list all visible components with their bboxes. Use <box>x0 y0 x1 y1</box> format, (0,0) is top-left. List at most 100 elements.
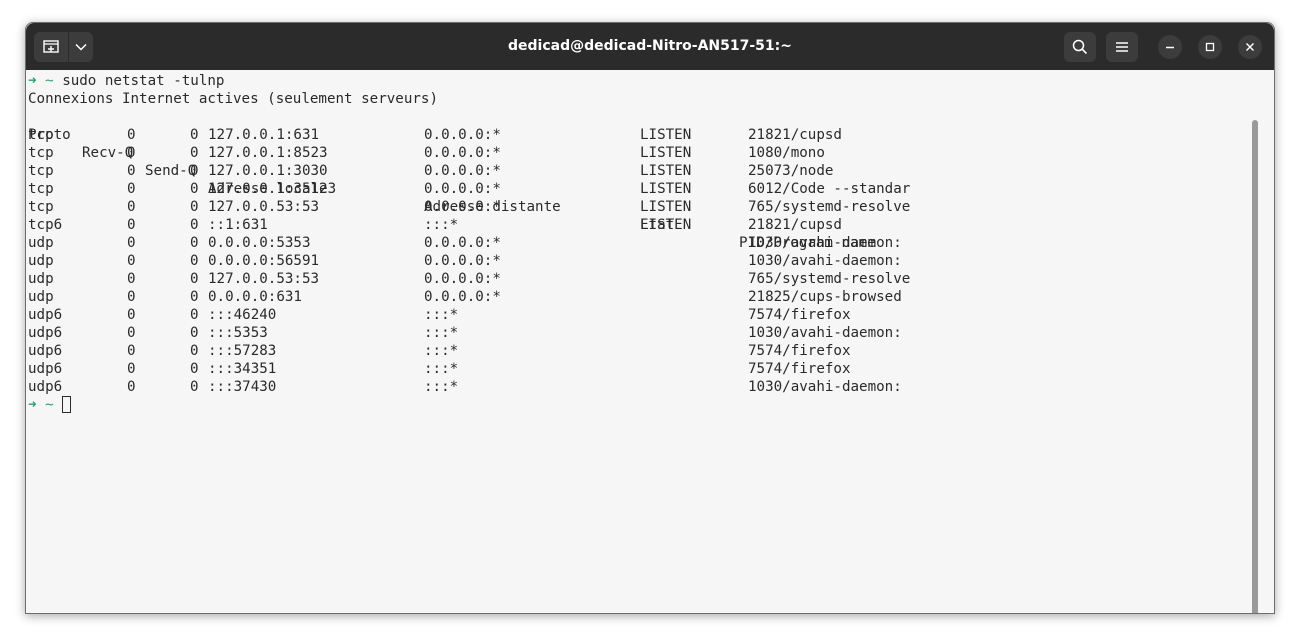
cell-proto: udp6 <box>28 379 63 395</box>
cell-recvq: 0 <box>127 271 136 287</box>
table-row: udp6 0 0:::46240:::* 7574/firefox <box>28 306 1028 324</box>
cell-pid: 7574/firefox <box>748 307 851 323</box>
cell-remote: 0.0.0.0:* <box>424 271 501 287</box>
cell-remote: 0.0.0.0:* <box>424 199 501 215</box>
cell-state: LISTEN <box>640 181 692 197</box>
cell-remote: :::* <box>424 361 459 377</box>
cell-local: ::1:631 <box>208 217 268 233</box>
cell-local: 127.0.0.1:631 <box>208 127 320 143</box>
table-header: Proto Recv-Q Send-Q Adresse locale Adres… <box>28 108 1028 251</box>
new-tab-button[interactable] <box>34 32 68 62</box>
cell-recvq: 0 <box>127 325 136 341</box>
cell-proto: udp6 <box>28 361 63 377</box>
close-button[interactable] <box>1238 35 1262 59</box>
cell-remote: 0.0.0.0:* <box>424 253 501 269</box>
chevron-down-icon <box>75 43 87 51</box>
cell-sendq: 0 <box>190 127 199 143</box>
cell-recvq: 0 <box>127 163 136 179</box>
new-tab-icon <box>43 40 59 53</box>
prompt-arrow: ➜ <box>28 73 37 89</box>
tab-menu-dropdown-button[interactable] <box>69 32 93 62</box>
cell-proto: udp <box>28 235 54 251</box>
cell-pid: 21821/cupsd <box>748 127 842 143</box>
maximize-icon <box>1205 42 1215 52</box>
cell-recvq: 0 <box>127 181 136 197</box>
terminal-output[interactable]: ➜ ~ sudo netstat -tulnp Connexions Inter… <box>26 70 1260 613</box>
cell-sendq: 0 <box>190 253 199 269</box>
table-row: tcp6 0 0::1:631:::* LISTEN 21821/cupsd <box>28 216 1028 234</box>
cell-recvq: 0 <box>127 307 136 323</box>
cell-sendq: 0 <box>190 325 199 341</box>
cell-state: LISTEN <box>640 163 692 179</box>
cell-remote: 0.0.0.0:* <box>424 235 501 251</box>
prompt-line[interactable]: ➜ ~ <box>28 396 72 414</box>
cell-remote: 0.0.0.0:* <box>424 127 501 143</box>
cell-recvq: 0 <box>127 361 136 377</box>
cell-local: 127.0.0.1:3030 <box>208 163 328 179</box>
table-row: udp6 0 0:::5353:::* 1030/avahi-daemon: <box>28 324 1028 342</box>
cell-state: LISTEN <box>640 145 692 161</box>
output-header-line: Connexions Internet actives (seulement s… <box>28 91 438 107</box>
cell-recvq: 0 <box>127 253 136 269</box>
search-button[interactable] <box>1064 32 1096 62</box>
cell-remote: 0.0.0.0:* <box>424 163 501 179</box>
cell-proto: udp <box>28 271 54 287</box>
cell-remote: 0.0.0.0:* <box>424 145 501 161</box>
cell-pid: 1030/avahi-daemon: <box>748 379 902 395</box>
cell-state: LISTEN <box>640 217 692 233</box>
table-row: tcp 0 0 127.0.0.1:631 0.0.0.0:* LISTEN 21821/c… <box>28 126 1028 144</box>
minimize-button[interactable] <box>1158 35 1182 59</box>
cell-sendq: 0 <box>190 289 199 305</box>
cell-recvq: 0 <box>127 289 136 305</box>
command-line: ➜ ~ sudo netstat -tulnp <box>28 72 224 90</box>
titlebar[interactable]: dedicad@dedicad-Nitro-AN517-51:~ <box>26 23 1274 70</box>
cell-pid: 25073/node <box>748 163 834 179</box>
cell-sendq: 0 <box>190 163 199 179</box>
cell-proto: udp6 <box>28 325 63 341</box>
cell-sendq: 0 <box>190 379 199 395</box>
new-tab-button-group <box>34 32 93 62</box>
cell-pid: 765/systemd-resolve <box>748 199 911 215</box>
maximize-button[interactable] <box>1198 35 1222 59</box>
cell-local: 127.0.0.53:53 <box>208 271 320 287</box>
command-text: sudo netstat -tulnp <box>62 73 225 89</box>
cell-local: :::5353 <box>208 325 268 341</box>
cell-local: 127.0.0.1:35123 <box>208 181 337 197</box>
cell-sendq: 0 <box>190 145 199 161</box>
cell-sendq: 0 <box>190 361 199 377</box>
cell-proto: tcp <box>28 163 54 179</box>
cell-recvq: 0 <box>127 235 136 251</box>
table-row: udp 0 0 127.0.0.53:53 0.0.0.0:* 765/systemd-r… <box>28 270 1028 288</box>
cell-proto: udp6 <box>28 307 63 323</box>
table-row: tcp 0 0 127.0.0.1:3030 0.0.0.0:* LISTEN 25073/… <box>28 162 1028 180</box>
cell-proto: tcp6 <box>28 217 63 233</box>
cell-local: 0.0.0.0:56591 <box>208 253 320 269</box>
cell-pid: 1030/avahi-daemon: <box>748 235 902 251</box>
cell-local: :::46240 <box>208 307 277 323</box>
hamburger-menu-button[interactable] <box>1106 32 1138 62</box>
terminal-window: dedicad@dedicad-Nitro-AN517-51:~ ➜ ~ sud… <box>25 22 1275 614</box>
cell-remote: :::* <box>424 325 459 341</box>
cell-pid: 1080/mono <box>748 145 825 161</box>
cell-remote: :::* <box>424 343 459 359</box>
cell-proto: udp <box>28 289 54 305</box>
table-row: tcp 0 0 127.0.0.53:53 0.0.0.0:* LISTEN 765/sys… <box>28 198 1028 216</box>
cell-recvq: 0 <box>127 127 136 143</box>
scrollbar[interactable] <box>1252 120 1258 613</box>
cell-local: :::57283 <box>208 343 277 359</box>
cell-recvq: 0 <box>127 379 136 395</box>
cell-local: 0.0.0.0:631 <box>208 289 302 305</box>
cell-remote: 0.0.0.0:* <box>424 289 501 305</box>
cell-state: LISTEN <box>640 127 692 143</box>
cell-proto: udp <box>28 253 54 269</box>
text-cursor <box>62 396 72 413</box>
cell-sendq: 0 <box>190 181 199 197</box>
cell-local: 0.0.0.0:5353 <box>208 235 311 251</box>
cell-sendq: 0 <box>190 271 199 287</box>
cell-pid: 21821/cupsd <box>748 217 842 233</box>
cell-sendq: 0 <box>190 307 199 323</box>
table-row: tcp 0 0 127.0.0.1:35123 0.0.0.0:* LISTEN 6012/… <box>28 180 1028 198</box>
minimize-icon <box>1166 46 1174 49</box>
cell-remote: :::* <box>424 217 459 233</box>
cell-pid: 7574/firefox <box>748 361 851 377</box>
